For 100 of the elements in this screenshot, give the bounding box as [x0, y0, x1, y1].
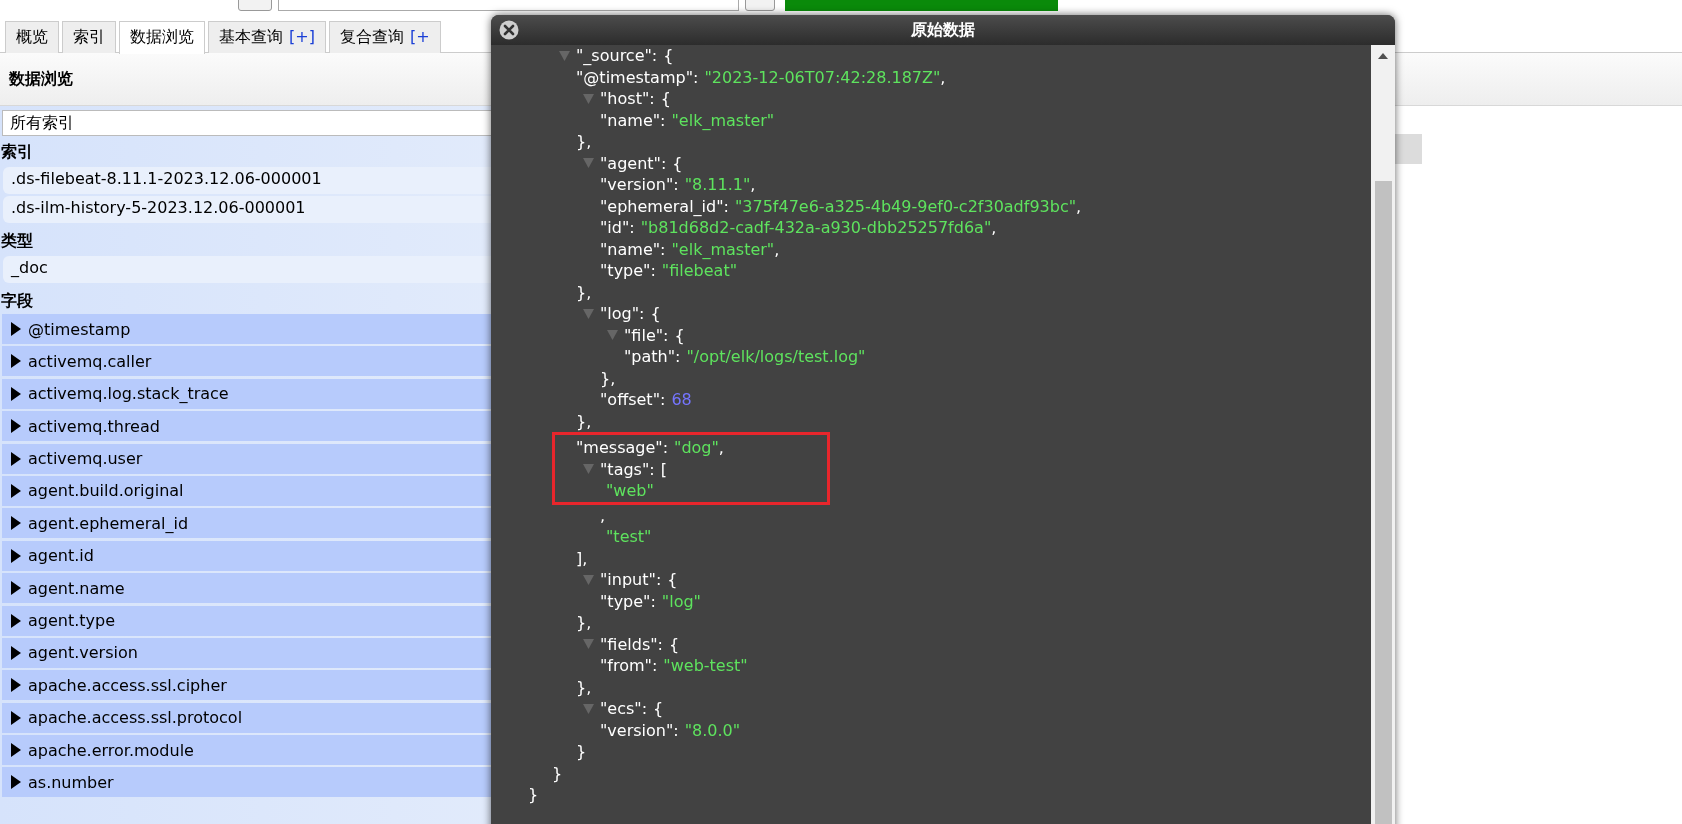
- json-bracket: },: [576, 410, 592, 432]
- caret-icon: [11, 322, 21, 336]
- caret-icon: [11, 743, 21, 758]
- json-key: "path":: [624, 346, 681, 368]
- expand-toggle-icon[interactable]: [583, 93, 594, 104]
- expand-toggle-icon[interactable]: [559, 50, 570, 61]
- tab[interactable]: 数据浏览: [119, 21, 205, 54]
- caret-icon: [11, 386, 21, 401]
- json-value: 68: [671, 389, 692, 411]
- caret-icon: [11, 354, 21, 369]
- json-bracket: },: [576, 612, 592, 634]
- json-key: "name":: [600, 238, 666, 260]
- json-key: "offset":: [600, 389, 666, 411]
- tab[interactable]: 索引: [62, 21, 116, 53]
- json-key: "host":: [600, 88, 655, 110]
- json-comma: ,: [774, 238, 780, 260]
- json-key: "@timestamp":: [576, 66, 699, 88]
- json-key: "log":: [600, 303, 645, 325]
- json-bracket: },: [576, 131, 592, 153]
- json-key: "_source":: [576, 45, 658, 67]
- json-key: "agent":: [600, 152, 667, 174]
- json-bracket: }: [528, 784, 539, 806]
- section-title: 索引: [0, 141, 34, 163]
- caret-icon: [11, 775, 21, 790]
- json-bracket: {: [660, 88, 671, 110]
- json-bracket: ],: [576, 547, 588, 569]
- json-key: "from":: [600, 655, 658, 677]
- expand-toggle-icon[interactable]: [583, 464, 594, 475]
- tab[interactable]: 复合查询 [+: [328, 21, 441, 53]
- json-value: "log": [661, 590, 701, 612]
- caret-icon: [11, 483, 21, 498]
- tab[interactable]: 基本查询 [+]: [208, 21, 326, 53]
- json-value: "8.0.0": [684, 719, 741, 741]
- json-value: "test": [606, 526, 652, 548]
- json-value: "8.11.1": [684, 174, 751, 196]
- caret-icon: [11, 710, 21, 725]
- json-key: "file":: [624, 324, 669, 346]
- json-bracket: {: [663, 45, 674, 67]
- caret-icon: [11, 548, 21, 563]
- json-value: "2023-12-06T07:42:28.187Z": [704, 66, 941, 88]
- json-key: "ecs":: [600, 698, 648, 720]
- json-value: "dog": [674, 437, 719, 459]
- caret-icon: [11, 516, 21, 531]
- expand-toggle-icon[interactable]: [583, 308, 594, 319]
- section-title: 字段: [0, 290, 34, 312]
- json-bracket: },: [576, 281, 592, 303]
- json-key: "version":: [600, 174, 679, 196]
- scroll-up-icon[interactable]: [1378, 53, 1388, 59]
- expand-toggle-icon[interactable]: [583, 158, 594, 169]
- json-bracket: {: [653, 698, 664, 720]
- json-bracket: {: [672, 152, 683, 174]
- json-value: "b81d68d2-cadf-432a-a930-dbb25257fd6a": [640, 217, 992, 239]
- close-icon[interactable]: [499, 20, 519, 40]
- json-value: "web": [606, 480, 654, 502]
- json-value: "elk_master": [671, 109, 775, 131]
- json-key: "message":: [576, 437, 668, 459]
- json-bracket: {: [674, 324, 685, 346]
- caret-icon: [11, 419, 21, 434]
- json-comma: ,: [1076, 195, 1082, 217]
- json-key: "input":: [600, 569, 662, 591]
- caret-icon: [11, 645, 21, 660]
- json-bracket: }: [576, 741, 587, 763]
- json-bracket: }: [552, 762, 563, 784]
- json-value: ,: [600, 504, 606, 526]
- caret-icon: [11, 613, 21, 628]
- json-comma: ,: [991, 217, 997, 239]
- json-key: "name":: [600, 109, 666, 131]
- expand-toggle-icon[interactable]: [607, 330, 618, 341]
- json-key: "id":: [600, 217, 635, 239]
- json-key: "type":: [600, 260, 656, 282]
- json-comma: ,: [940, 66, 946, 88]
- expand-toggle-icon[interactable]: [583, 574, 594, 585]
- json-value: "375f47e6-a325-4b49-9ef0-c2f30adf93bc": [734, 195, 1077, 217]
- expand-toggle-icon[interactable]: [583, 639, 594, 650]
- json-value: "/opt/elk/logs/test.log": [686, 346, 866, 368]
- json-comma: ,: [750, 174, 756, 196]
- json-key: "fields":: [600, 633, 663, 655]
- json-bracket: {: [667, 569, 678, 591]
- json-bracket: },: [576, 676, 592, 698]
- expand-toggle-icon[interactable]: [583, 703, 594, 714]
- json-value: "elk_master": [671, 238, 775, 260]
- json-bracket: {: [650, 303, 661, 325]
- json-bracket: [: [660, 458, 667, 480]
- section-title: 类型: [0, 230, 34, 252]
- dialog-title: 原始数据: [911, 19, 975, 41]
- json-comma: ,: [718, 437, 724, 459]
- json-value: "filebeat": [661, 260, 738, 282]
- json-key: "ephemeral_id":: [600, 195, 729, 217]
- json-key: "tags":: [600, 458, 655, 480]
- page-title: 数据浏览: [9, 68, 73, 90]
- scrollbar-thumb[interactable]: [1374, 181, 1392, 824]
- caret-icon: [11, 581, 21, 596]
- scrollbar[interactable]: [1371, 45, 1395, 824]
- json-key: "type":: [600, 590, 656, 612]
- tab[interactable]: 概览: [5, 21, 59, 53]
- json-value: "web-test": [663, 655, 748, 677]
- json-bracket: {: [668, 633, 680, 655]
- json-bracket: },: [600, 367, 616, 389]
- caret-icon: [11, 678, 21, 693]
- caret-icon: [11, 451, 21, 466]
